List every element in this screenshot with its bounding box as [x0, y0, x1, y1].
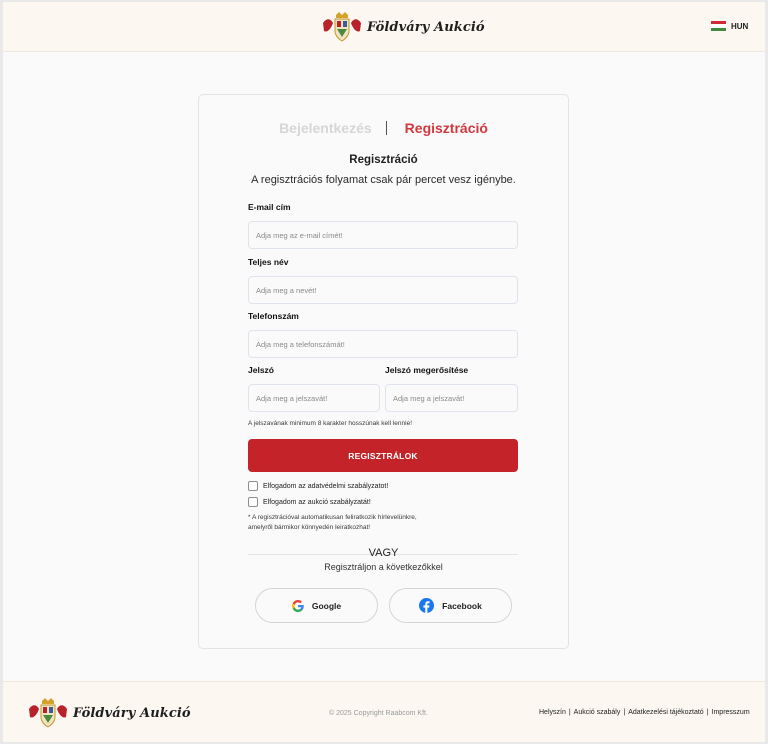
tab-register[interactable]: Regisztráció [405, 120, 488, 136]
tab-login[interactable]: Bejelentkezés [279, 120, 372, 136]
register-button[interactable]: REGISZTRÁLOK [248, 439, 518, 472]
logo-text: Földváry Aukció [367, 19, 485, 35]
auction-checkbox[interactable] [248, 497, 258, 507]
footer-link-imprint[interactable]: Impresszum [712, 709, 750, 716]
footer-logo-text: Földváry Aukció [73, 705, 191, 721]
tab-separator [385, 121, 387, 135]
footer-link-location[interactable]: Helyszín [539, 709, 566, 716]
email-label: E-mail cím [248, 202, 291, 212]
hungary-flag-icon [711, 21, 726, 31]
facebook-button[interactable]: Facebook [389, 588, 512, 623]
google-button-label: Google [311, 600, 342, 611]
or-label: VAGY [368, 547, 399, 559]
footer-links: Helyszín | Aukció szabály | Adatkezelési… [539, 709, 750, 716]
name-label: Teljes név [248, 257, 289, 267]
footer-link-separator: | [568, 709, 571, 716]
auction-checkbox-label: Elfogadom az aukció szabályzatát! [263, 498, 371, 506]
form-subtitle: A regisztrációs folyamat csak pár percet… [251, 174, 516, 186]
auction-checkbox-row[interactable]: Elfogadom az aukció szabályzatát! [248, 497, 371, 507]
footer-link-separator: | [623, 709, 626, 716]
footer-link-separator: | [706, 709, 709, 716]
social-hint: Regisztráljon a következőkkel [324, 562, 443, 572]
password-confirm-input[interactable] [385, 384, 518, 412]
password-confirm-label: Jelszó megerősítése [385, 365, 469, 375]
footer-link-auction-rules[interactable]: Aukció szabály [574, 709, 621, 716]
newsletter-note: * A regisztrációval automatikusan felira… [248, 513, 468, 533]
google-button[interactable]: Google [255, 588, 378, 623]
privacy-checkbox[interactable] [248, 481, 258, 491]
facebook-button-label: Facebook [442, 600, 482, 611]
copyright: © 2025 Copyright Raabcom Kft. [329, 710, 428, 717]
header-logo[interactable]: Földváry Aukció [321, 11, 485, 43]
name-input[interactable] [248, 276, 518, 304]
google-icon [291, 599, 304, 612]
password-input[interactable] [248, 384, 380, 412]
privacy-checkbox-label: Elfogadom az adatvédelmi szabályzatot! [263, 482, 389, 490]
newsletter-note-line-2: amelyről bármikor könnyedén leiratkozhat… [248, 524, 371, 531]
password-hint: A jelszavának minimum 8 karakter hosszún… [248, 420, 413, 427]
footer-logo[interactable]: Földváry Aukció [27, 697, 191, 729]
site-header: Földváry Aukció HUN [3, 2, 765, 52]
phone-label: Telefonszám [248, 311, 299, 321]
newsletter-note-line-1: * A regisztrációval automatikusan felira… [248, 514, 417, 521]
password-label: Jelszó [248, 365, 274, 375]
footer-link-privacy[interactable]: Adatkezelési tájékoztató [628, 709, 704, 716]
crest-logo-icon [29, 698, 67, 728]
form-title: Regisztráció [349, 154, 418, 166]
facebook-icon [419, 598, 435, 613]
crest-logo-icon [323, 12, 361, 42]
email-input[interactable] [248, 221, 518, 249]
auth-tabs: Bejelentkezés Regisztráció [199, 120, 568, 136]
language-code: HUN [731, 21, 749, 31]
privacy-checkbox-row[interactable]: Elfogadom az adatvédelmi szabályzatot! [248, 481, 388, 491]
phone-input[interactable] [248, 330, 518, 358]
language-selector[interactable]: HUN [711, 21, 748, 31]
registration-card: Bejelentkezés Regisztráció Regisztráció … [198, 94, 569, 649]
page: Földváry Aukció HUN Bejelentkezés Regisz… [3, 2, 765, 742]
site-footer: Földváry Aukció © 2025 Copyright Raabcom… [3, 681, 765, 742]
